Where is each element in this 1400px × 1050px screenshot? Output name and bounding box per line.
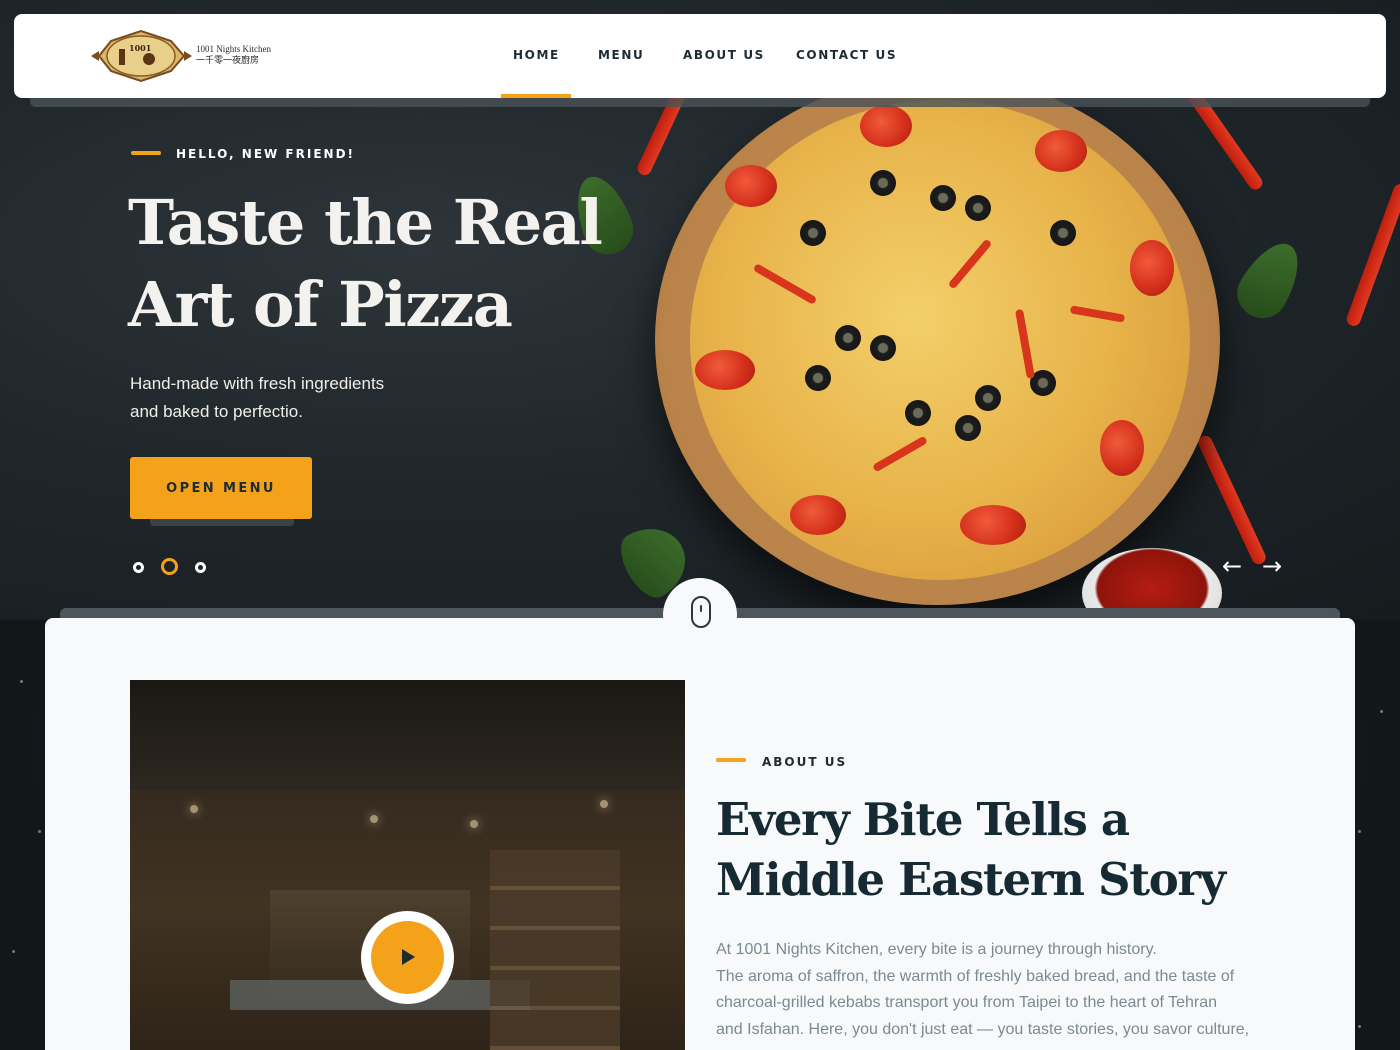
nav-item-contact-us[interactable]: CONTACT US	[796, 48, 897, 62]
arrow-left-icon[interactable]: ←	[1218, 552, 1246, 580]
nav-item-menu[interactable]: MENU	[598, 48, 644, 62]
slider-dot-3[interactable]	[195, 562, 206, 573]
play-icon[interactable]	[371, 921, 444, 994]
olive-topping	[965, 195, 991, 221]
olive-topping	[835, 325, 861, 351]
tomato-topping	[725, 165, 777, 207]
tomato-topping	[860, 105, 912, 147]
pepper-topping	[872, 435, 928, 473]
olive-topping	[870, 170, 896, 196]
about-title-line: Every Bite Tells a	[716, 793, 1130, 846]
hero-title: Taste the Real Art of Pizza	[128, 182, 648, 346]
hero-subtitle: Hand-made with fresh ingredients and bak…	[130, 370, 430, 426]
brand-emblem-icon: 1001	[91, 29, 192, 83]
olive-topping	[955, 415, 981, 441]
pepper-topping	[947, 238, 993, 290]
hero-title-line: Taste the Real	[128, 186, 603, 259]
arrow-right-icon[interactable]: →	[1258, 552, 1286, 580]
eyebrow-accent-line	[131, 151, 161, 155]
scroll-indicator[interactable]	[663, 578, 737, 652]
chili-decoration	[1344, 182, 1400, 328]
olive-topping	[975, 385, 1001, 411]
about-body-line: The aroma of saffron, the warmth of fres…	[716, 967, 1235, 985]
chili-decoration	[1196, 433, 1268, 567]
nav-item-home[interactable]: HOME	[513, 48, 560, 62]
olive-topping	[1050, 220, 1076, 246]
tomato-topping	[1130, 240, 1174, 296]
site-header: 1001 1001 Nights Kitchen 一千零一夜廚房 HOME ME…	[14, 14, 1386, 98]
eyebrow-accent-line	[716, 758, 746, 762]
hero-eyebrow: HELLO, NEW FRIEND!	[176, 147, 356, 161]
pepper-topping	[752, 263, 818, 305]
tomato-topping	[1035, 130, 1087, 172]
olive-topping	[805, 365, 831, 391]
slider-dot-2-active[interactable]	[161, 558, 178, 575]
brand-logo[interactable]: 1001	[89, 27, 194, 85]
logo-lettering: 1001	[129, 43, 151, 53]
about-title: Every Bite Tells a Middle Eastern Story	[716, 790, 1276, 910]
tomato-topping	[960, 505, 1026, 545]
open-menu-button[interactable]: OPEN MENU	[130, 457, 312, 519]
olive-topping	[905, 400, 931, 426]
mouse-icon	[691, 596, 711, 628]
brand-name-zh: 一千零一夜廚房	[196, 55, 260, 65]
about-title-line: Middle Eastern Story	[716, 853, 1226, 906]
nav-active-indicator	[501, 94, 571, 98]
about-eyebrow: ABOUT US	[762, 755, 848, 769]
basil-leaf	[1228, 232, 1312, 328]
brand-wordmark: 1001 Nights Kitchen 一千零一夜廚房	[196, 44, 271, 66]
about-body-line: and Isfahan. Here, you don't just eat — …	[716, 1020, 1250, 1038]
pepper-topping	[1069, 305, 1126, 323]
about-body-line: charcoal-grilled kebabs transport you fr…	[716, 994, 1218, 1011]
olive-topping	[800, 220, 826, 246]
hero-subtitle-line: Hand-made with fresh ingredients	[130, 374, 385, 393]
pepper-topping	[1014, 308, 1036, 380]
nav-item-about-us[interactable]: ABOUT US	[683, 48, 765, 62]
tomato-topping	[1100, 420, 1144, 476]
olive-topping	[930, 185, 956, 211]
tomato-topping	[695, 350, 755, 390]
olive-topping	[870, 335, 896, 361]
brand-name-en: 1001 Nights Kitchen	[196, 44, 271, 54]
slider-dot-1[interactable]	[133, 562, 144, 573]
about-body-line: At 1001 Nights Kitchen, every bite is a …	[716, 941, 1157, 958]
hero-subtitle-line: and baked to perfectio.	[130, 402, 303, 421]
pizza-image	[690, 100, 1190, 580]
hero-title-line: Art of Pizza	[128, 268, 513, 341]
tomato-topping	[790, 495, 846, 535]
video-play-ring	[361, 911, 454, 1004]
about-body: At 1001 Nights Kitchen, every bite is a …	[716, 937, 1276, 1043]
